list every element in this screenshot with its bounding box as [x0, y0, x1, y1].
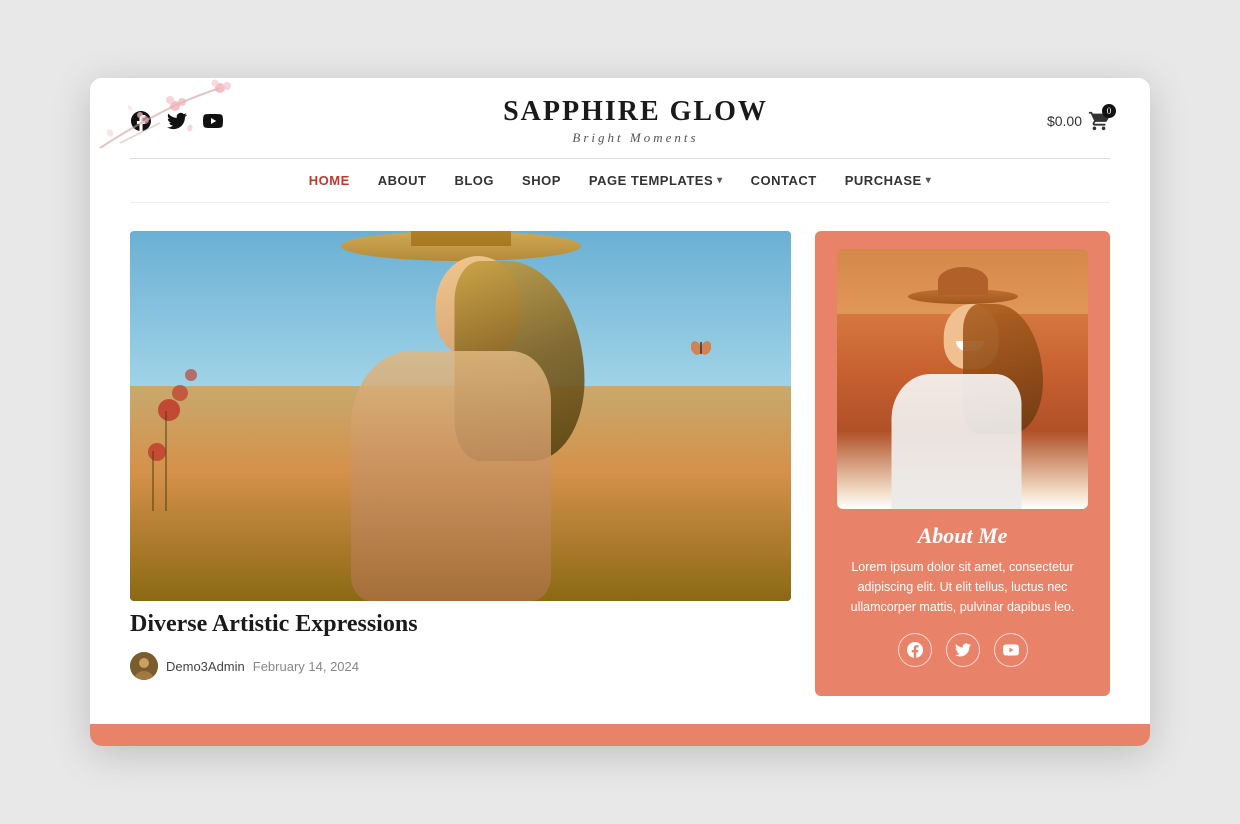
about-card: About Me Lorem ipsum dolor sit amet, con…: [815, 231, 1110, 696]
site-title: SAPPHIRE GLOW: [224, 96, 1047, 128]
flower-3: [172, 385, 188, 401]
nav-page-templates[interactable]: PAGE TEMPLATES ▾: [589, 173, 723, 188]
main-post: Diverse Artistic Expressions Demo3Admin …: [130, 231, 791, 696]
nav-purchase[interactable]: PURCHASE ▾: [845, 173, 932, 188]
nav-contact[interactable]: CONTACT: [751, 173, 817, 188]
header-top-row: SAPPHIRE GLOW Bright Moments $0.00 0: [130, 96, 1110, 158]
cart-icon-wrap[interactable]: 0: [1088, 110, 1110, 132]
main-content: Diverse Artistic Expressions Demo3Admin …: [90, 203, 1150, 724]
site-header: SAPPHIRE GLOW Bright Moments $0.00 0 HOM…: [90, 78, 1150, 203]
facebook-icon[interactable]: [130, 110, 152, 132]
youtube-icon[interactable]: [202, 110, 224, 132]
cart-badge: 0: [1102, 104, 1116, 118]
cart-price: $0.00: [1047, 113, 1082, 129]
post-date: February 14, 2024: [253, 659, 359, 674]
author-avatar-image: [130, 652, 158, 680]
nav-shop[interactable]: SHOP: [522, 173, 561, 188]
about-card-socials: [898, 633, 1028, 667]
author-avatar: [130, 652, 158, 680]
nav-blog[interactable]: BLOG: [454, 173, 494, 188]
purchase-chevron: ▾: [926, 175, 932, 186]
stalk-1: [165, 411, 167, 511]
sidebar: About Me Lorem ipsum dolor sit amet, con…: [815, 231, 1110, 696]
stalk-2: [152, 451, 154, 511]
about-youtube-button[interactable]: [994, 633, 1028, 667]
about-card-image: [837, 249, 1088, 509]
twitter-icon[interactable]: [166, 110, 188, 132]
post-meta: Demo3Admin February 14, 2024: [130, 652, 791, 680]
about-card-text: Lorem ipsum dolor sit amet, consectetur …: [815, 549, 1110, 617]
nav-about[interactable]: ABOUT: [378, 173, 427, 188]
flower-4: [185, 369, 197, 381]
flower-1: [158, 399, 180, 421]
butterfly: [691, 340, 711, 361]
site-title-block: SAPPHIRE GLOW Bright Moments: [224, 96, 1047, 146]
about-person: [883, 309, 1043, 509]
figure: [301, 231, 621, 601]
page-templates-chevron: ▾: [717, 175, 723, 186]
browser-window: SAPPHIRE GLOW Bright Moments $0.00 0 HOM…: [90, 78, 1150, 746]
footer-strip: [90, 724, 1150, 746]
about-twitter-button[interactable]: [946, 633, 980, 667]
hero-image: [130, 231, 791, 601]
hero-image-sim: [130, 231, 791, 601]
author-name: Demo3Admin: [166, 659, 245, 674]
cart-area[interactable]: $0.00 0: [1047, 110, 1110, 132]
site-tagline: Bright Moments: [224, 130, 1047, 146]
about-card-title: About Me: [918, 523, 1008, 549]
nav-home[interactable]: HOME: [309, 173, 350, 188]
header-social-icons: [130, 110, 224, 132]
flower-2: [148, 443, 166, 461]
post-title: Diverse Artistic Expressions: [130, 611, 791, 638]
about-facebook-button[interactable]: [898, 633, 932, 667]
site-nav: HOME ABOUT BLOG SHOP PAGE TEMPLATES ▾ CO…: [130, 159, 1110, 203]
